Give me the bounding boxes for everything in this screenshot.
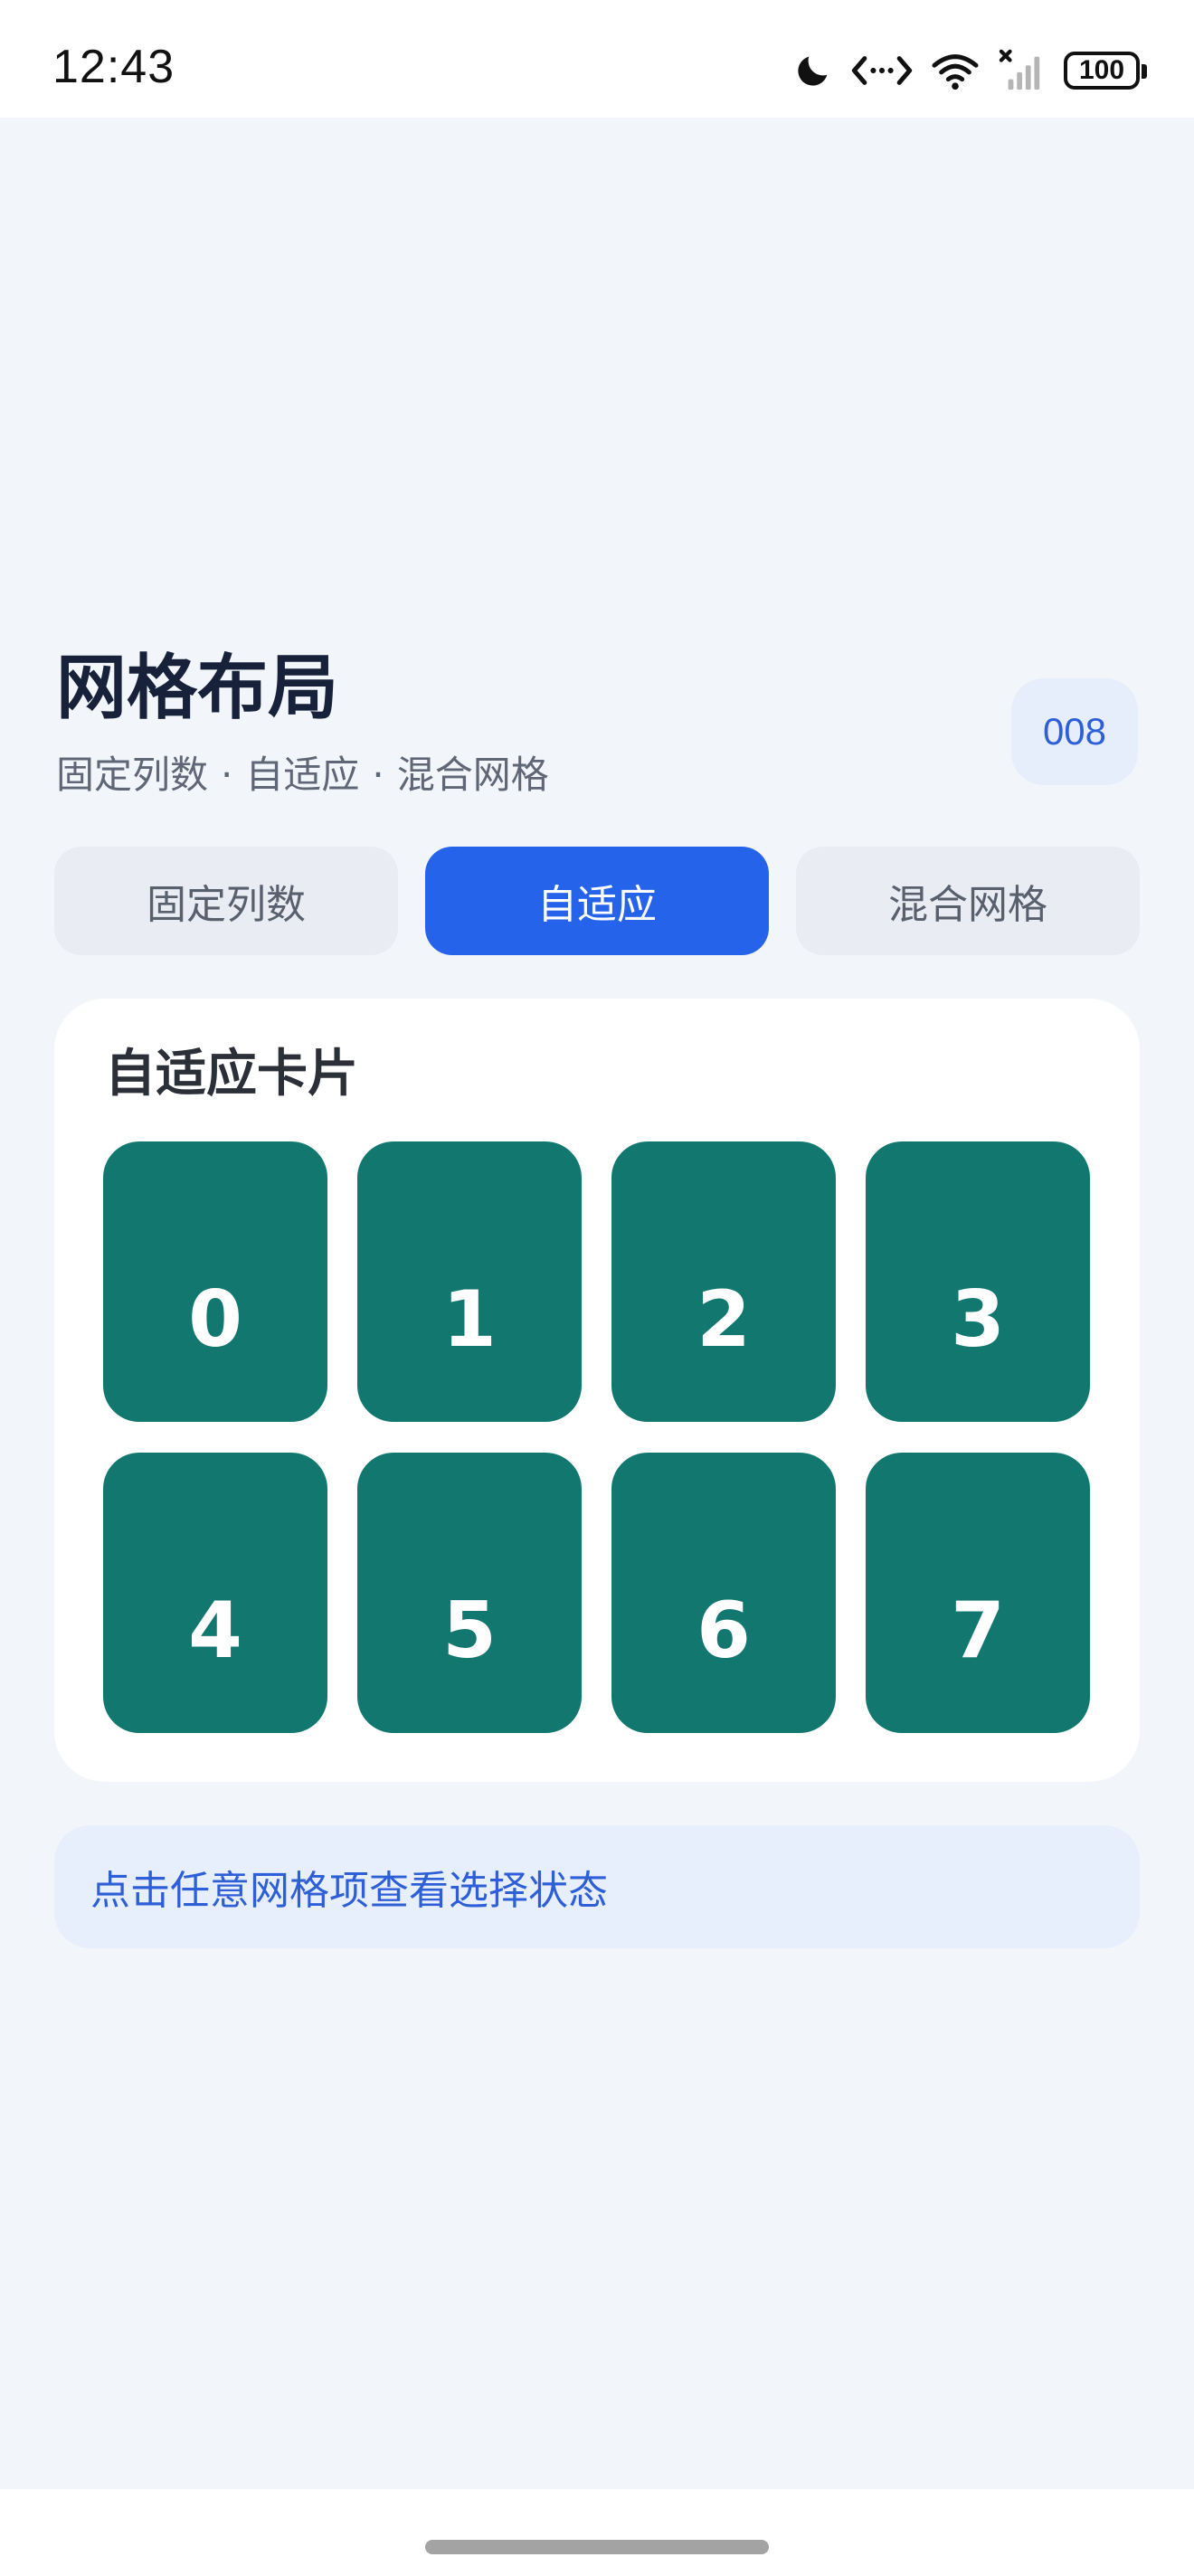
grid-item-0[interactable]: 0 — [103, 1141, 327, 1422]
grid-item-label: 6 — [696, 1586, 751, 1676]
subtitle-part-fixed: 固定列数 — [56, 753, 209, 797]
grid-item-3[interactable]: 3 — [866, 1141, 1090, 1422]
tab-adaptive[interactable]: 自适应 — [425, 847, 769, 955]
grid-item-7[interactable]: 7 — [866, 1453, 1090, 1733]
page-number-badge: 008 — [1011, 678, 1138, 785]
adaptive-card: 自适应卡片 0 1 2 3 4 5 6 7 — [54, 999, 1140, 1782]
selection-hint: 点击任意网格项查看选择状态 — [54, 1825, 1140, 1948]
code-arrows-icon — [850, 50, 914, 91]
grid-item-label: 0 — [188, 1274, 242, 1365]
grid-item-label: 3 — [951, 1274, 1005, 1365]
tab-mixed-grid[interactable]: 混合网格 — [796, 847, 1140, 955]
subtitle-part-mixed: 混合网格 — [396, 753, 549, 797]
moon-icon — [792, 50, 834, 91]
grid: 0 1 2 3 4 5 6 7 — [103, 1141, 1093, 1733]
battery-icon: 100 — [1064, 52, 1147, 90]
grid-item-4[interactable]: 4 — [103, 1453, 327, 1733]
grid-item-2[interactable]: 2 — [611, 1141, 836, 1422]
bottom-bar — [0, 2489, 1194, 2576]
grid-item-5[interactable]: 5 — [357, 1453, 582, 1733]
grid-item-label: 5 — [442, 1586, 497, 1676]
signal-icon — [997, 48, 1047, 93]
subtitle-separator: · — [372, 753, 384, 797]
status-bar: 12:43 100 — [0, 0, 1194, 118]
subtitle-separator: · — [221, 753, 233, 797]
home-indicator[interactable] — [425, 2540, 769, 2554]
subtitle-part-adaptive: 自适应 — [245, 753, 360, 797]
grid-item-label: 2 — [696, 1274, 751, 1365]
card-title: 自适应卡片 — [105, 1045, 358, 1103]
page-subtitle: 固定列数 · 自适应 · 混合网格 — [56, 756, 549, 794]
tab-fixed-columns[interactable]: 固定列数 — [54, 847, 398, 955]
status-icons: 100 — [792, 43, 1147, 98]
grid-item-label: 4 — [188, 1586, 242, 1676]
grid-item-6[interactable]: 6 — [611, 1453, 836, 1733]
grid-item-label: 1 — [442, 1274, 497, 1365]
status-time: 12:43 — [52, 41, 175, 93]
grid-item-1[interactable]: 1 — [357, 1141, 582, 1422]
page-title: 网格布局 — [56, 648, 339, 729]
grid-item-label: 7 — [951, 1586, 1005, 1676]
wifi-icon — [930, 50, 981, 91]
